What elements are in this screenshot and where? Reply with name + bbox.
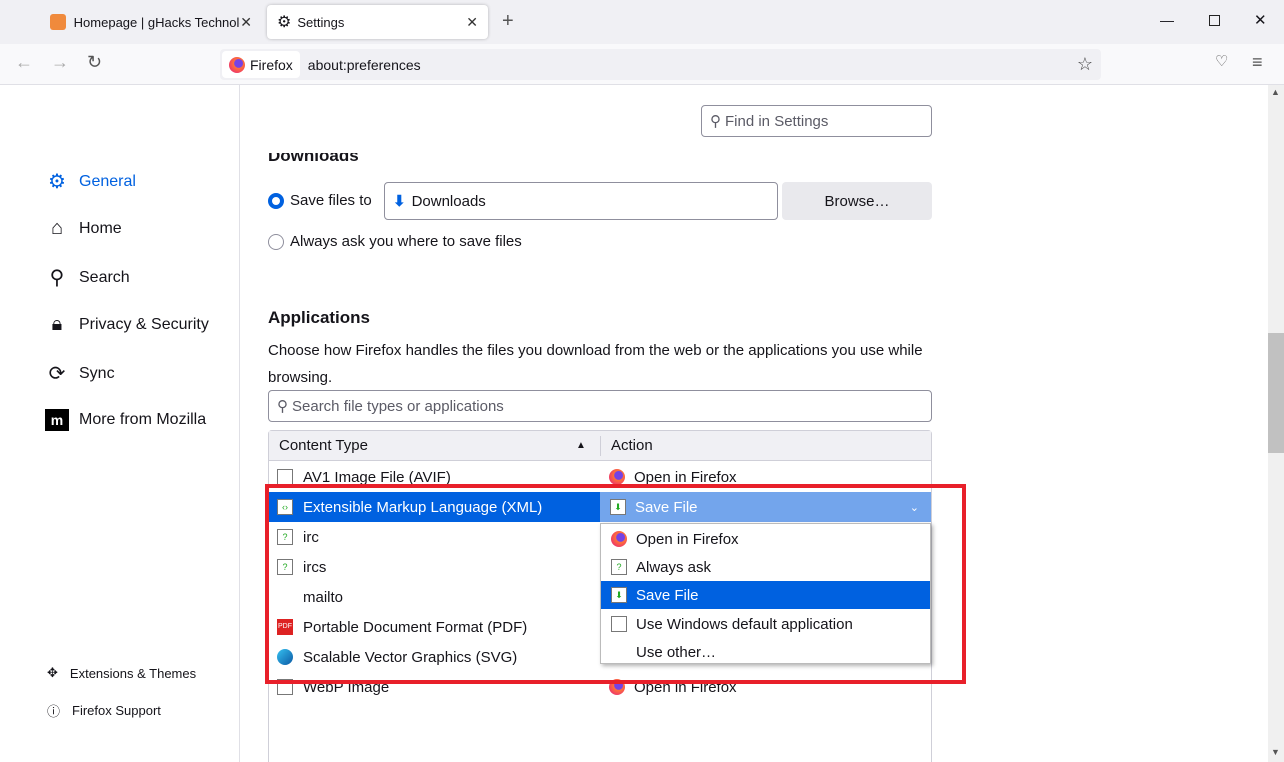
download-arrow-icon: ⬇ <box>393 193 406 210</box>
reload-button[interactable]: ↻ <box>87 52 102 73</box>
search-icon: ⚲ <box>49 267 65 289</box>
save-files-radio[interactable]: Save files to <box>268 192 372 209</box>
search-icon: ⚲ <box>277 398 288 415</box>
search-icon: ⚲ <box>710 113 721 130</box>
lock-icon: 🔒︎ <box>51 313 63 335</box>
sidebar-item-privacy[interactable]: 🔒︎ Privacy & Security <box>45 313 209 336</box>
applications-description: Choose how Firefox handles the files you… <box>268 342 923 386</box>
column-header-content-type[interactable]: Content Type <box>279 437 368 454</box>
scroll-down-icon[interactable]: ▼ <box>1271 747 1280 757</box>
sidebar: ⚙ General ⌂ Home ⚲ Search 🔒︎ Privacy & Secur… <box>0 85 240 762</box>
minimize-button[interactable]: — <box>1160 12 1174 28</box>
image-file-icon <box>277 469 293 485</box>
search-file-types-input[interactable]: ⚲ Search file types or applications <box>268 390 932 422</box>
bookmark-star-icon[interactable]: ☆ <box>1077 54 1093 75</box>
pocket-icon[interactable]: ♡ <box>1215 52 1228 70</box>
firefox-icon <box>609 469 625 485</box>
tab-settings[interactable]: ⚙ Settings ✕ <box>267 5 488 39</box>
tab-ghacks[interactable]: Homepage | gHacks Technolog ✕ <box>40 5 262 39</box>
scrollbar-thumb[interactable] <box>1268 333 1284 453</box>
nav-bar: ← → ↻ Firefox about:preferences ☆ ♡ ≡ <box>0 44 1284 85</box>
forward-button[interactable]: → <box>51 52 69 73</box>
maximize-button[interactable] <box>1209 15 1220 26</box>
browse-button[interactable]: Browse… <box>782 182 932 220</box>
sidebar-item-home[interactable]: ⌂ Home <box>45 217 122 240</box>
url-bar[interactable]: Firefox about:preferences ☆ <box>220 49 1101 80</box>
sidebar-item-search[interactable]: ⚲ Search <box>45 265 130 290</box>
home-icon: ⌂ <box>50 217 64 239</box>
new-tab-button[interactable]: + <box>502 10 514 33</box>
puzzle-icon: ✥ <box>47 665 58 680</box>
close-tab-icon[interactable]: ✕ <box>466 14 478 31</box>
column-header-action[interactable]: Action <box>611 437 653 454</box>
menu-icon[interactable]: ≡ <box>1252 52 1263 73</box>
sync-icon: ⟳ <box>48 363 66 385</box>
always-ask-radio[interactable]: Always ask you where to save files <box>268 233 522 250</box>
close-window-button[interactable]: ✕ <box>1254 11 1267 29</box>
identity-box[interactable]: Firefox <box>222 51 300 78</box>
sidebar-item-sync[interactable]: ⟳ Sync <box>45 361 115 386</box>
gear-icon: ⚙ <box>277 14 292 31</box>
find-in-settings-input[interactable]: ⚲ Find in Settings <box>701 105 932 137</box>
back-button[interactable]: ← <box>15 52 33 73</box>
sidebar-item-more-from-mozilla[interactable]: m More from Mozilla <box>45 409 206 431</box>
sidebar-item-general[interactable]: ⚙ General <box>45 169 136 194</box>
firefox-icon <box>229 56 245 73</box>
scroll-up-icon[interactable]: ▲ <box>1271 87 1280 97</box>
tab-bar: Homepage | gHacks Technolog ✕ ⚙ Settings… <box>0 0 1284 44</box>
close-tab-icon[interactable]: ✕ <box>240 14 252 31</box>
download-folder-field[interactable]: ⬇ Downloads <box>384 182 778 220</box>
extensions-themes-link[interactable]: ✥ Extensions & Themes <box>47 665 196 681</box>
highlight-annotation-box <box>265 484 966 684</box>
url-text[interactable]: about:preferences <box>308 57 421 73</box>
mozilla-icon: m <box>45 409 69 431</box>
scrollbar[interactable]: ▲ ▼ <box>1268 85 1284 762</box>
gear-icon: ⚙ <box>48 171 66 193</box>
help-icon: ⓘ <box>47 704 61 719</box>
sort-ascending-icon: ▲ <box>576 440 586 451</box>
ghacks-icon <box>50 14 66 30</box>
applications-heading: Applications <box>268 308 371 327</box>
downloads-heading: Downloads <box>268 153 359 165</box>
firefox-support-link[interactable]: ⓘ Firefox Support <box>47 701 161 720</box>
